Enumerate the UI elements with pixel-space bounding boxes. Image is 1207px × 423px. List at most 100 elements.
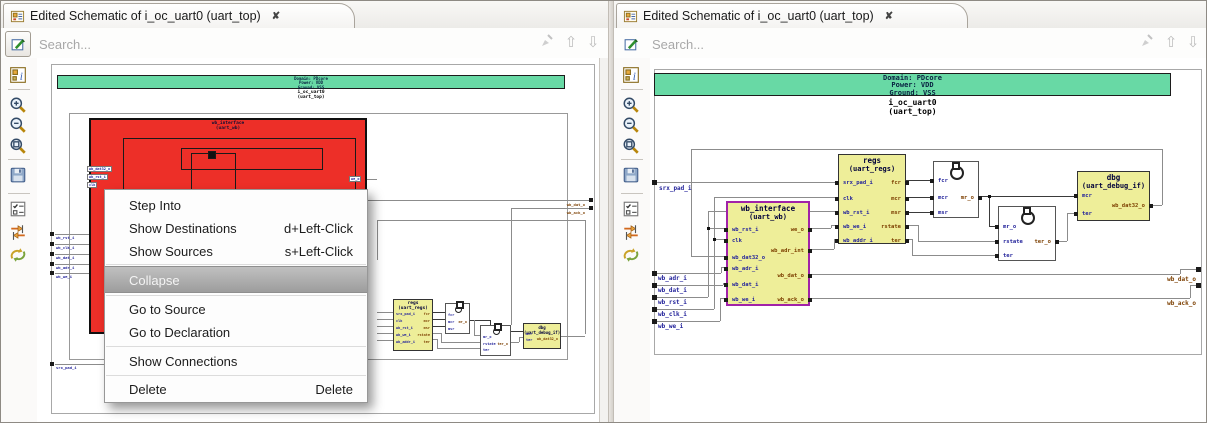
clear-search-icon[interactable] xyxy=(538,33,556,53)
menu-item-go-to-source[interactable]: Go to Source xyxy=(105,298,367,321)
dbg-block-mini[interactable]: dbg (uart_debug_if) mcr ter wb_dat32_o xyxy=(523,323,561,349)
zoom-fit-icon[interactable] xyxy=(622,137,640,155)
instance-title: i_oc_uart0 (uart_top) xyxy=(297,90,325,100)
operator-block-mini[interactable]: fcr mcr msr mr_o xyxy=(445,301,470,334)
menu-separator xyxy=(106,375,366,376)
context-menu: Step Into Show Destinations d+Left-Click … xyxy=(104,189,368,403)
red-block-pin: wb_dat32_o xyxy=(87,166,113,172)
toolbar-separator xyxy=(621,89,643,90)
operator-block-mini[interactable]: mr_o rstate ter ter_o xyxy=(480,323,511,356)
edge-port: srx_pad_i xyxy=(56,365,77,370)
search-previous-icon[interactable]: ⇧ xyxy=(1162,33,1180,53)
search-next-icon[interactable]: ⇩ xyxy=(1184,33,1202,53)
zoom-in-icon[interactable] xyxy=(9,96,27,114)
zoom-fit-icon[interactable] xyxy=(9,137,27,155)
left-vertical-toolbar: i xyxy=(1,58,38,422)
right-tab[interactable]: Edited Schematic of i_oc_uart0 (uart_top… xyxy=(616,3,968,28)
edge-port: wb_we_i xyxy=(56,274,73,279)
right-tabbar: Edited Schematic of i_oc_uart0 (uart_top… xyxy=(614,1,1206,29)
svg-text:i: i xyxy=(20,71,23,83)
edge-port: wb_rst_i xyxy=(56,235,75,240)
red-block-pin: wb_rst_i xyxy=(87,174,108,180)
search-previous-icon[interactable]: ⇧ xyxy=(562,33,580,53)
power-domain-header: Domain: PDcore Power: VDD Ground: VSS xyxy=(654,73,1171,97)
edge-port: wb_adr_i xyxy=(56,265,75,270)
save-icon[interactable] xyxy=(622,166,640,184)
red-block-pin: clk xyxy=(87,182,98,188)
edge-port: wb_clk_i xyxy=(56,245,75,250)
right-editor-panel: Edited Schematic of i_oc_uart0 (uart_top… xyxy=(614,1,1206,422)
toolbar-separator xyxy=(621,193,643,194)
tab-close-icon[interactable]: ✘ xyxy=(272,11,280,22)
red-block-pin: we_o xyxy=(349,176,362,182)
display-options-icon[interactable] xyxy=(9,200,27,218)
zoom-out-icon[interactable] xyxy=(622,116,640,134)
toolbar-separator xyxy=(621,159,643,160)
menu-item-show-connections[interactable]: Show Connections xyxy=(105,350,367,373)
inner-logic-rect xyxy=(208,151,216,159)
menu-separator xyxy=(106,295,366,296)
operator-block[interactable]: mr_o rstate ter ter_o xyxy=(994,206,1059,261)
edge-port: wb_rst_i xyxy=(658,299,687,306)
edge-port-out: wb_ack_o xyxy=(1167,300,1196,307)
edit-search-toggle-button[interactable] xyxy=(5,31,31,57)
regs-block-mini[interactable]: regs (uart_regs) srx_pad_i clk wb_rst_i … xyxy=(393,299,433,351)
edge-port: wb_adr_i xyxy=(658,275,687,282)
clear-search-icon[interactable] xyxy=(1138,33,1156,53)
menu-item-step-into[interactable]: Step Into xyxy=(105,194,367,217)
show-ports-icon[interactable] xyxy=(622,223,640,241)
application-window: Edited Schematic of i_oc_uart0 (uart_top… xyxy=(0,0,1207,423)
properties-icon[interactable]: i xyxy=(9,66,27,84)
menu-item-show-sources[interactable]: Show Sources s+Left-Click xyxy=(105,240,367,263)
search-input[interactable] xyxy=(37,32,371,56)
left-search-toolbar: ⇧ ⇩ xyxy=(1,28,608,58)
menu-item-show-destinations[interactable]: Show Destinations d+Left-Click xyxy=(105,217,367,240)
menu-item-delete[interactable]: Delete Delete xyxy=(105,378,367,401)
left-tab[interactable]: Edited Schematic of i_oc_uart0 (uart_top… xyxy=(3,3,355,28)
operator-block[interactable]: fcr mcr msr mr_o xyxy=(930,161,983,218)
refresh-icon[interactable] xyxy=(622,246,640,264)
menu-item-collapse[interactable]: Collapse xyxy=(105,266,367,293)
zoom-in-icon[interactable] xyxy=(622,96,640,114)
toolbar-separator xyxy=(8,89,30,90)
zoom-out-icon[interactable] xyxy=(9,116,27,134)
edge-port: srx_pad_i xyxy=(659,185,692,192)
right-vertical-toolbar: i xyxy=(614,58,651,422)
right-search-toolbar: ⇧ ⇩ xyxy=(614,28,1206,58)
edge-port: wb_dat_i xyxy=(658,287,687,294)
edge-port-out: wb_dat_o xyxy=(1167,276,1196,283)
menu-separator xyxy=(106,346,366,347)
left-tabbar: Edited Schematic of i_oc_uart0 (uart_top… xyxy=(1,1,608,29)
menu-item-go-to-declaration[interactable]: Go to Declaration xyxy=(105,321,367,344)
search-next-icon[interactable]: ⇩ xyxy=(584,33,602,53)
tab-title: Edited Schematic of i_oc_uart0 (uart_top… xyxy=(30,9,261,23)
svg-text:i: i xyxy=(633,71,636,83)
edit-page-icon xyxy=(11,38,25,50)
instance-title: i_oc_uart0 (uart_top) xyxy=(888,98,937,116)
refresh-icon[interactable] xyxy=(9,246,27,264)
edge-port: wb_dat_i xyxy=(56,255,75,260)
wb-interface-block[interactable]: wb_interface (uart_wb) wb_rst_i clk wb_d… xyxy=(723,201,813,306)
display-options-icon[interactable] xyxy=(622,200,640,218)
edit-search-toggle-button[interactable] xyxy=(618,31,644,57)
tab-title: Edited Schematic of i_oc_uart0 (uart_top… xyxy=(643,9,874,23)
menu-separator xyxy=(106,264,366,265)
edge-port-out: wb_dat_o xyxy=(566,202,585,207)
dbg-block[interactable]: dbg (uart_debug_if) mcr ter wb_dat32_o xyxy=(1074,171,1154,221)
power-domain-header: Domain: PDcore Power: VDD Ground: VSS xyxy=(57,75,565,90)
regs-block[interactable]: regs (uart_regs) srx_pad_i clk wb_rst_i … xyxy=(834,154,909,244)
edge-port: wb_we_i xyxy=(658,323,684,330)
schematic-canvas-right[interactable]: Domain: PDcore Power: VDD Ground: VSS i_… xyxy=(650,58,1206,422)
save-icon[interactable] xyxy=(9,166,27,184)
show-ports-icon[interactable] xyxy=(9,223,27,241)
edit-page-icon xyxy=(624,38,638,50)
edge-port-out: wb_ack_o xyxy=(566,210,585,215)
operator-glyph xyxy=(1021,207,1035,225)
tab-close-icon[interactable]: ✘ xyxy=(885,11,893,22)
toolbar-separator xyxy=(8,193,30,194)
search-input[interactable] xyxy=(650,32,984,56)
schematic-tab-icon xyxy=(10,10,25,22)
vertical-scrollbar[interactable] xyxy=(599,58,608,422)
properties-icon[interactable]: i xyxy=(622,66,640,84)
operator-glyph xyxy=(950,162,964,180)
